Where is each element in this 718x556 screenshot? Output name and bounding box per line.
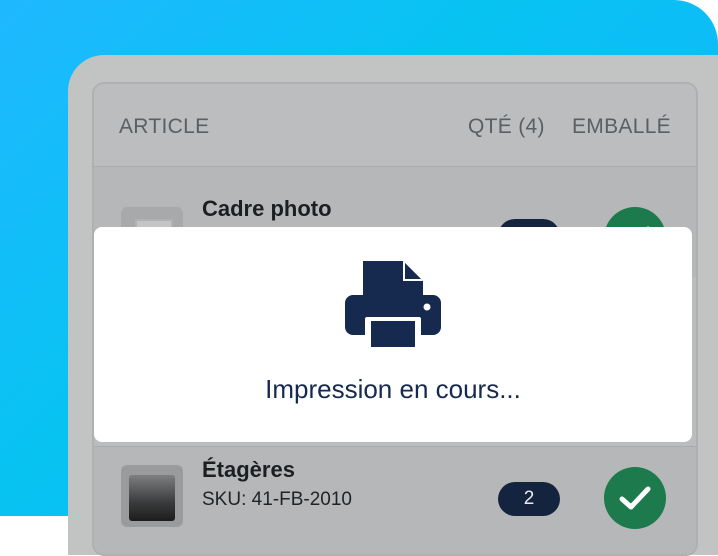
check-icon [619, 486, 651, 510]
printer-icon [345, 261, 441, 351]
item-name: Cadre photo [202, 196, 332, 221]
table-header: ARTICLE QTÉ (4) EMBALLÉ [94, 84, 696, 166]
printing-dialog: Impression en cours... [94, 227, 692, 442]
header-packed: EMBALLÉ [572, 115, 671, 138]
printing-message: Impression en cours... [265, 374, 521, 404]
header-quantity: QTÉ (4) [468, 115, 545, 138]
packed-toggle[interactable] [604, 467, 666, 529]
table-row[interactable]: Étagères SKU: 41-FB-2010 2 [94, 446, 696, 554]
item-name: Étagères [202, 457, 295, 482]
quantity-badge: 2 [498, 482, 560, 516]
header-article: ARTICLE [119, 115, 210, 138]
product-thumbnail [121, 465, 183, 527]
item-sku: SKU: 41-FB-2010 [202, 489, 352, 510]
